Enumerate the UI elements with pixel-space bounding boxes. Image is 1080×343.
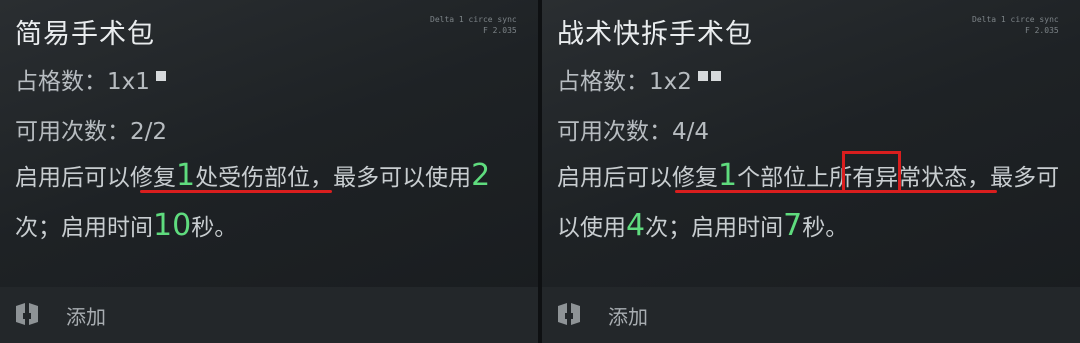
item-comparison: Delta 1 circe sync F 2.035 简易手术包 占格数：1x1…: [0, 0, 1080, 343]
card-footer: 添加: [542, 287, 1080, 343]
desc-text: 处受伤部位，最多可以使用: [195, 165, 472, 191]
desc-text: 个部位上: [737, 165, 830, 191]
desc-number: 10: [153, 208, 192, 243]
grid-cell-icon: [710, 71, 721, 81]
container-icon: [16, 303, 38, 325]
desc-number: 4: [626, 208, 646, 243]
item-description: 启用后可以修复1处受伤部位，最多可以使用2 次；启用时间10秒。: [15, 152, 530, 252]
grid-size-row: 占格数：1x2: [557, 62, 721, 96]
hud-line: F 2.035: [1024, 26, 1059, 35]
add-button[interactable]: 添加: [608, 301, 648, 330]
grid-size-value: 1x2: [649, 69, 692, 95]
desc-text: 启用后可以修复: [557, 165, 718, 191]
uses-value: 4/4: [672, 119, 710, 145]
grid-size-label: 占格数：: [557, 69, 649, 95]
red-box-annotation: [842, 151, 901, 193]
item-title: 战术快拆手术包: [557, 19, 753, 50]
uses-label: 可用次数：: [15, 119, 130, 145]
desc-number: 1: [718, 158, 738, 193]
desc-text: 秒。: [802, 215, 849, 241]
desc-text: 秒。: [191, 215, 238, 241]
grid-cell-icon: [697, 71, 708, 81]
hud-line: F 2.035: [482, 26, 517, 35]
hud-line: Delta 1 circe sync: [972, 15, 1059, 24]
grid-size-row: 占格数：1x1: [15, 62, 166, 96]
hud-overlay: Delta 1 circe sync F 2.035: [430, 14, 517, 36]
red-underline-annotation: [675, 190, 997, 193]
desc-text: 次；启用时间: [15, 215, 153, 241]
item-description: 启用后可以修复1个部位上所有异常状态，最多可以使用4次；启用时间7秒。: [557, 152, 1072, 252]
desc-number: 2: [471, 158, 491, 193]
grid-size-value: 1x1: [107, 69, 150, 95]
hud-overlay: Delta 1 circe sync F 2.035: [972, 14, 1059, 36]
uses-row: 可用次数：4/4: [557, 112, 709, 146]
add-button[interactable]: 添加: [66, 301, 106, 330]
grid-cell-icon: [155, 71, 166, 81]
item-card-simple-surgery-kit[interactable]: Delta 1 circe sync F 2.035 简易手术包 占格数：1x1…: [0, 0, 538, 343]
item-title: 简易手术包: [15, 19, 155, 50]
item-card-tactical-surgery-kit[interactable]: Delta 1 circe sync F 2.035 战术快拆手术包 占格数：1…: [542, 0, 1080, 343]
red-underline-annotation: [140, 190, 332, 193]
uses-label: 可用次数：: [557, 119, 672, 145]
uses-value: 2/2: [130, 119, 168, 145]
desc-text: 启用后可以修复: [15, 165, 176, 191]
hud-line: Delta 1 circe sync: [430, 15, 517, 24]
desc-number: 7: [783, 208, 803, 243]
uses-row: 可用次数：2/2: [15, 112, 167, 146]
card-footer: 添加: [0, 287, 538, 343]
desc-number: 1: [176, 158, 196, 193]
container-icon: [558, 303, 580, 325]
desc-text: 次；启用时间: [645, 215, 784, 241]
grid-size-label: 占格数：: [15, 69, 107, 95]
